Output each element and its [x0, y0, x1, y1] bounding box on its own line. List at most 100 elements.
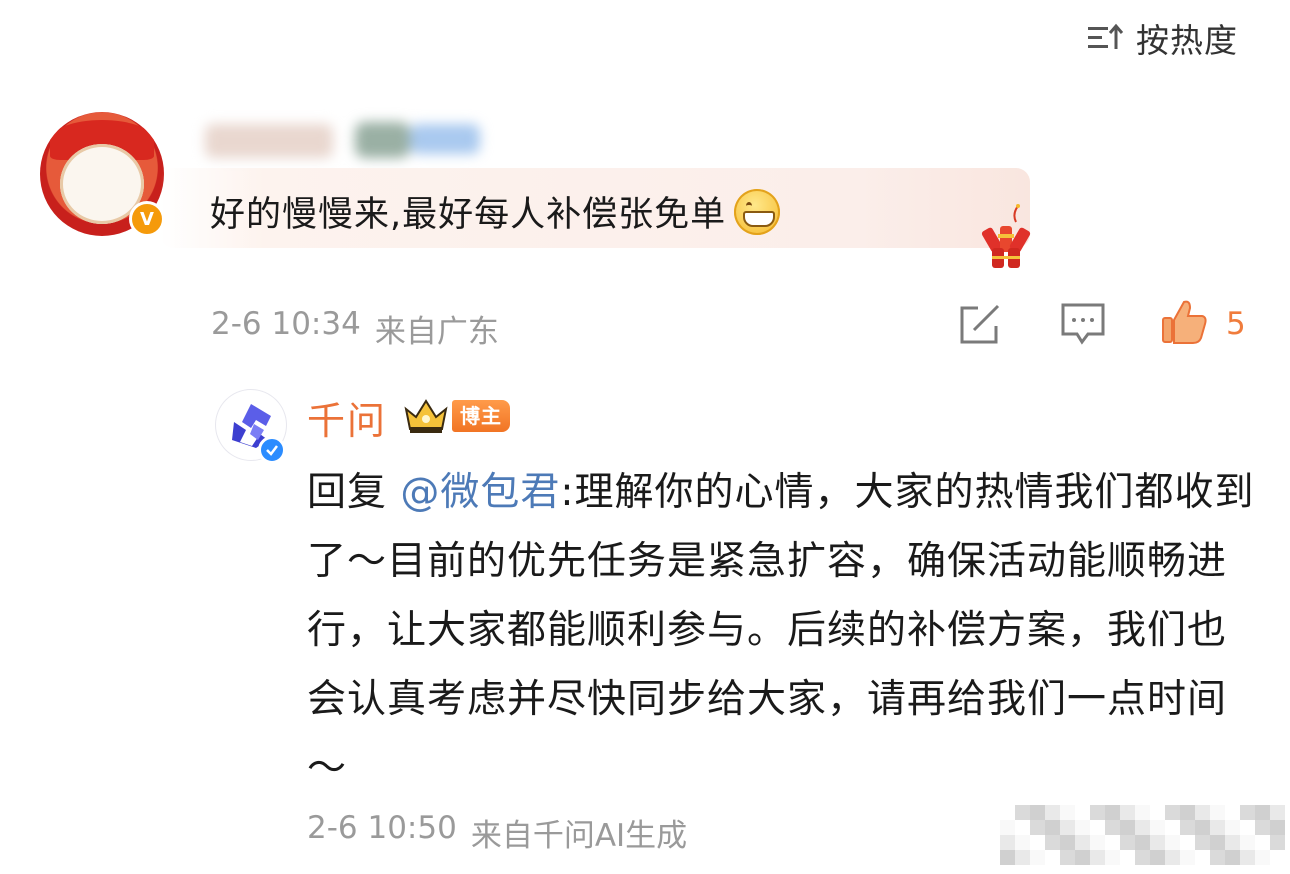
mosaic-cell [1150, 850, 1165, 865]
mosaic-cell [1255, 820, 1270, 835]
mosaic-cell [1075, 820, 1090, 835]
mosaic-cell [1060, 835, 1075, 850]
mosaic-cell [1000, 850, 1015, 865]
mosaic-cell [1225, 820, 1240, 835]
mosaic-cell [1015, 835, 1030, 850]
mosaic-cell [1060, 805, 1075, 820]
reply-author-name[interactable]: 千问 [307, 390, 387, 445]
crown-icon [404, 399, 448, 433]
mosaic-cell [1210, 820, 1225, 835]
mosaic-cell [1180, 820, 1195, 835]
mosaic-cell [1195, 835, 1210, 850]
mosaic-cell [1030, 850, 1045, 865]
mosaic-cell [1105, 850, 1120, 865]
mosaic-cell [1210, 850, 1225, 865]
mosaic-cell [1120, 850, 1135, 865]
mosaic-cell [1240, 805, 1255, 820]
reply-location: 来自千问AI生成 [470, 818, 688, 854]
blogger-badge: 博主 [452, 400, 510, 432]
reply-time: 2-6 10:50 [307, 810, 457, 846]
comment-time: 2-6 10:34 [211, 306, 361, 342]
sort-by-popularity[interactable]: 按热度 [1086, 14, 1238, 62]
mosaic-cell [1240, 820, 1255, 835]
sort-icon [1088, 23, 1124, 49]
mosaic-cell [1045, 850, 1060, 865]
mosaic-cell [1165, 820, 1180, 835]
comment-icon[interactable] [1060, 302, 1106, 346]
mosaic-cell [1270, 805, 1285, 820]
mosaic-cell [1000, 805, 1015, 820]
mosaic-cell [1045, 820, 1060, 835]
mosaic-cell [1165, 805, 1180, 820]
mosaic-cell [1060, 820, 1075, 835]
mosaic-cell [1075, 850, 1090, 865]
mosaic-cell [1090, 805, 1105, 820]
mosaic-cell [1045, 835, 1060, 850]
grin-emoji-icon [734, 188, 781, 235]
mosaic-cell [1195, 820, 1210, 835]
mosaic-cell [1105, 835, 1120, 850]
mosaic-cell [1270, 835, 1285, 850]
reply-meta: 2-6 10:50 来自千问AI生成 [307, 810, 687, 855]
commenter-name-blurred[interactable] [205, 118, 480, 164]
mosaic-cell [1015, 805, 1030, 820]
mosaic-cell [1165, 835, 1180, 850]
pixelated-watermark [1000, 805, 1285, 865]
mosaic-cell [1180, 805, 1195, 820]
verified-check-icon [258, 436, 286, 464]
mosaic-cell [1090, 820, 1105, 835]
mosaic-cell [1180, 850, 1195, 865]
mosaic-cell [1030, 835, 1045, 850]
mosaic-cell [1135, 835, 1150, 850]
share-icon[interactable] [958, 304, 1004, 346]
mosaic-cell [1150, 820, 1165, 835]
comment-text: 好的慢慢来,最好每人补偿张免单 [210, 186, 781, 237]
mosaic-cell [1030, 805, 1045, 820]
mosaic-cell [1120, 805, 1135, 820]
reply-body: :理解你的心情，大家的热情我们都收到了～目前的优先任务是紧急扩容，确保活动能顺畅… [307, 470, 1255, 791]
mosaic-cell [1120, 835, 1135, 850]
mosaic-cell [1150, 805, 1165, 820]
mosaic-cell [1030, 820, 1045, 835]
mosaic-cell [1090, 835, 1105, 850]
reply-prefix: 回复 [307, 470, 401, 515]
mosaic-cell [1195, 805, 1210, 820]
mosaic-cell [1255, 850, 1270, 865]
mosaic-cell [1225, 805, 1240, 820]
mosaic-cell [1270, 850, 1285, 865]
comment-location: 来自广东 [374, 314, 499, 350]
like-count: 5 [1226, 306, 1246, 342]
sort-label: 按热度 [1136, 21, 1238, 60]
mention-link[interactable]: @微包君 [400, 470, 560, 515]
mosaic-cell [1000, 820, 1015, 835]
mosaic-cell [1135, 850, 1150, 865]
mosaic-cell [1090, 850, 1105, 865]
mosaic-cell [1180, 835, 1195, 850]
mosaic-cell [1105, 820, 1120, 835]
mosaic-cell [1150, 835, 1165, 850]
mosaic-cell [1270, 820, 1285, 835]
mosaic-cell [1015, 820, 1030, 835]
mosaic-cell [1120, 820, 1135, 835]
mosaic-cell [1060, 850, 1075, 865]
mosaic-cell [1000, 835, 1015, 850]
mosaic-cell [1075, 805, 1090, 820]
mosaic-cell [1045, 805, 1060, 820]
mosaic-cell [1195, 850, 1210, 865]
mosaic-cell [1225, 850, 1240, 865]
firecracker-icon [981, 204, 1031, 268]
mosaic-cell [1225, 835, 1240, 850]
like-icon[interactable] [1160, 298, 1210, 346]
mosaic-cell [1015, 850, 1030, 865]
mosaic-cell [1240, 835, 1255, 850]
comment-body: 好的慢慢来,最好每人补偿张免单 [210, 195, 727, 235]
mosaic-cell [1105, 805, 1120, 820]
mosaic-cell [1240, 850, 1255, 865]
mosaic-cell [1255, 835, 1270, 850]
mosaic-cell [1135, 805, 1150, 820]
mosaic-cell [1210, 805, 1225, 820]
mosaic-cell [1075, 835, 1090, 850]
mosaic-cell [1135, 820, 1150, 835]
mosaic-cell [1165, 850, 1180, 865]
mosaic-cell [1210, 835, 1225, 850]
